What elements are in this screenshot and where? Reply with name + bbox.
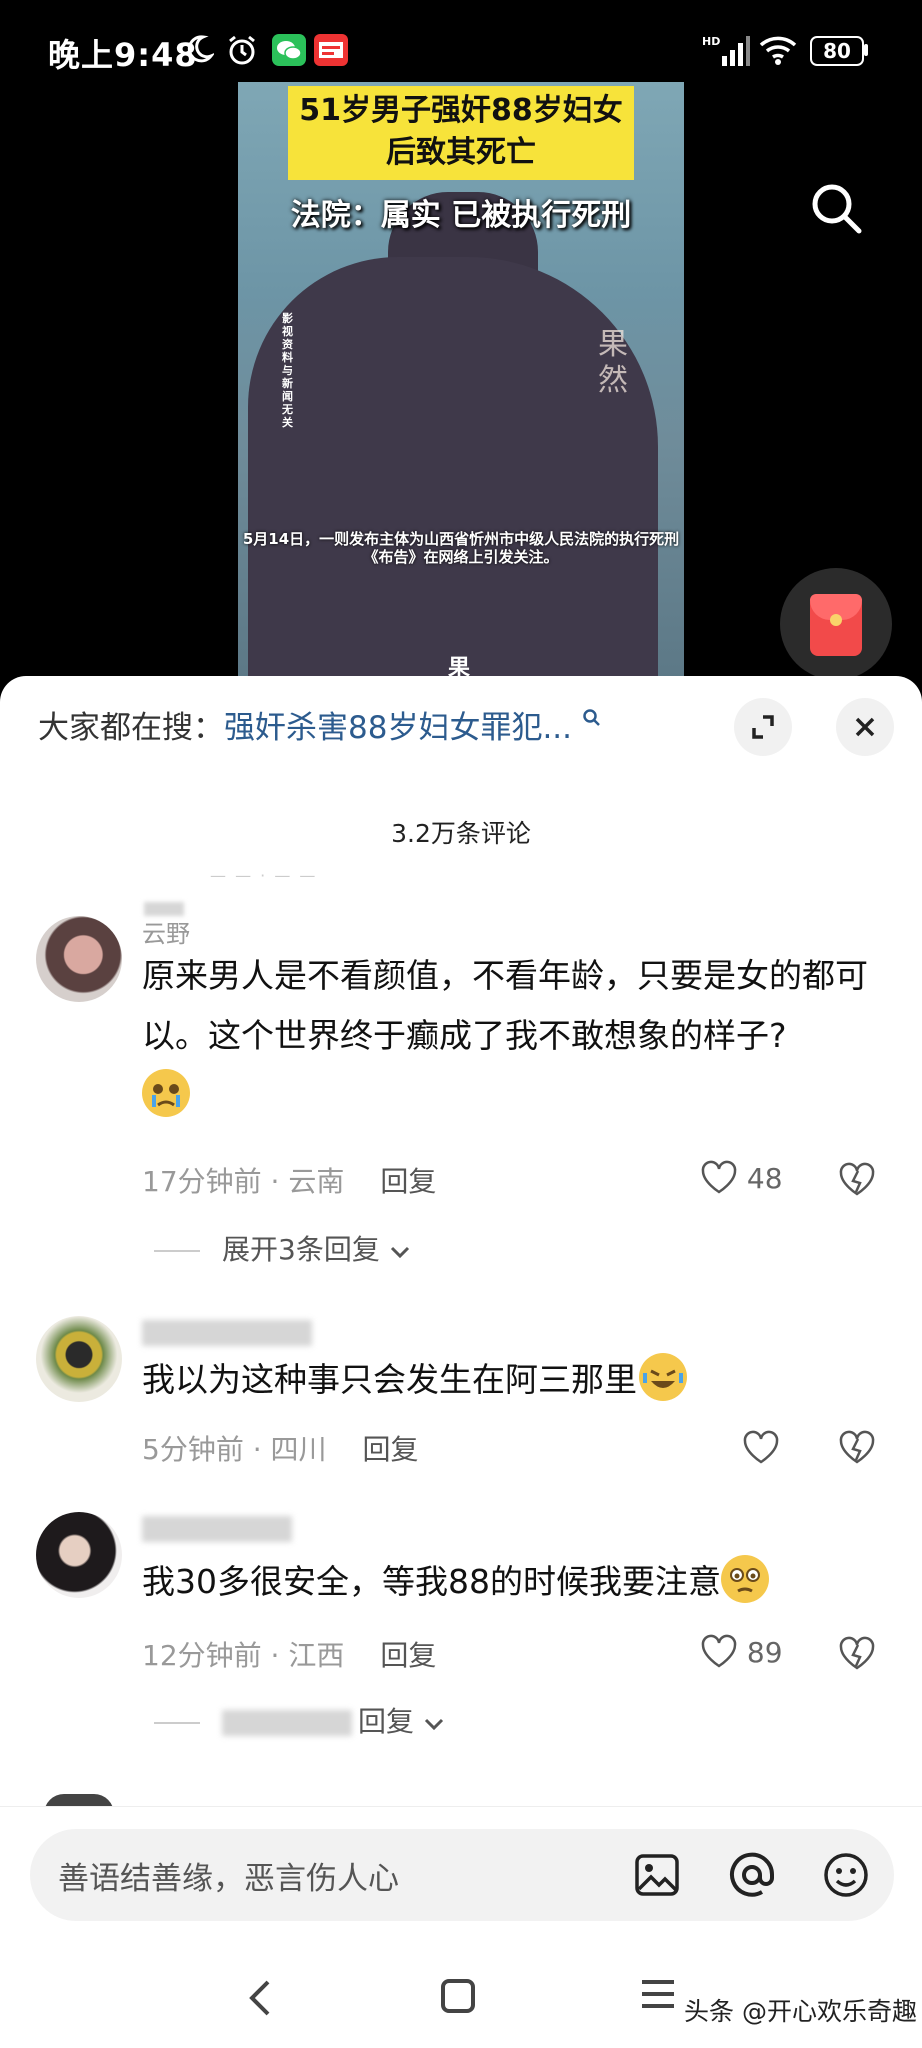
wifi-icon <box>759 36 797 65</box>
comment-time: 17分钟前 <box>142 1165 262 1198</box>
emoji-icon[interactable] <box>822 1851 870 1899</box>
comment-body: 我30多很安全，等我88的时候我要注意 <box>142 1562 721 1601</box>
video-frame[interactable]: 51岁男子强奸88岁妇女后致其死亡 法院：属实 已被执行死刑 影视资料与新闻无关… <box>238 82 684 682</box>
back-icon[interactable] <box>246 1978 274 2018</box>
small-search-icon <box>583 709 600 726</box>
heart-icon <box>701 1160 737 1194</box>
scroll-ghost: — — · — — <box>210 866 318 885</box>
expand-divider <box>154 1722 200 1724</box>
trending-search-label: 大家都在搜： <box>38 710 224 746</box>
heart-icon <box>701 1634 737 1668</box>
search-icon[interactable] <box>808 180 864 236</box>
laugh-cry-emoji-icon <box>639 1353 687 1401</box>
video-side-note: 影视资料与新闻无关 <box>282 312 293 429</box>
avatar[interactable] <box>36 916 122 1002</box>
username-redaction <box>142 1516 292 1542</box>
like-button[interactable]: 89 <box>700 1634 783 1669</box>
heart-icon[interactable] <box>742 1430 780 1464</box>
comment-count: 3.2万条评论 <box>391 819 531 848</box>
close-icon <box>855 717 875 737</box>
comment-location: 四川 <box>270 1433 327 1466</box>
expand-replies[interactable]: 回复 <box>154 1700 445 1740</box>
chevron-down-icon <box>390 1246 409 1259</box>
dislike-icon[interactable] <box>838 1430 876 1464</box>
video-headline: 51岁男子强奸88岁妇女后致其死亡 <box>299 93 623 170</box>
network-label: HD <box>702 35 720 48</box>
like-count: 48 <box>746 1162 783 1195</box>
home-icon[interactable] <box>440 1978 476 2014</box>
chevron-down-icon <box>424 1718 443 1731</box>
mention-icon[interactable] <box>728 1851 776 1899</box>
battery-tip <box>864 44 868 56</box>
comment-time: 12分钟前 <box>142 1639 262 1672</box>
close-button[interactable] <box>836 698 894 756</box>
comment-meta: 12分钟前 · 江西 回复 <box>142 1639 437 1672</box>
avatar[interactable] <box>36 1316 122 1402</box>
comment-location: 云南 <box>288 1165 345 1198</box>
moon-icon <box>187 35 214 63</box>
red-packet-button[interactable] <box>780 568 892 680</box>
expand-divider <box>154 1250 200 1252</box>
video-watermark: 果然 <box>598 327 628 398</box>
red-envelope-seal <box>830 614 842 626</box>
menu-icon[interactable] <box>640 1976 676 2012</box>
comment-location: 江西 <box>288 1639 345 1672</box>
username-redaction <box>144 902 184 916</box>
expand-icon <box>752 715 774 739</box>
trending-search-link[interactable]: 强奸杀害88岁妇女罪犯... <box>224 710 572 746</box>
comment-text: 我30多很安全，等我88的时候我要注意 <box>142 1552 882 1612</box>
battery-indicator: 80 <box>810 36 864 66</box>
like-button[interactable]: 48 <box>700 1160 783 1195</box>
comment-username[interactable] <box>142 1318 312 1346</box>
username-redaction <box>142 1320 312 1346</box>
comment-username[interactable]: 云野 <box>142 902 190 949</box>
video-caption: 5月14日，一则发布主体为山西省忻州市中级人民法院的执行死刑《布告》在网络上引发… <box>242 530 680 566</box>
video-court-line: 法院：属实 已被执行死刑 <box>290 198 632 233</box>
dislike-icon[interactable] <box>838 1162 876 1196</box>
reply-button[interactable]: 回复 <box>380 1165 436 1198</box>
expand-button[interactable] <box>734 698 792 756</box>
comment-text: 原来男人是不看颜值，不看年龄，只要是女的都可以。这个世界终于癫成了我不敢想象的样… <box>142 946 882 1126</box>
video-figure-body <box>248 257 658 682</box>
dislike-icon[interactable] <box>838 1636 876 1670</box>
comment-input-placeholder: 善语结善缘，恶言伤人心 <box>58 1861 399 1897</box>
comment-meta: 17分钟前 · 云南 回复 <box>142 1165 437 1198</box>
comment-text: 我以为这种事只会发生在阿三那里 <box>142 1350 882 1410</box>
status-time: 晚上9:48 <box>48 36 198 74</box>
expand-replies[interactable]: 展开3条回复 <box>154 1228 411 1268</box>
toutiao-icon <box>314 34 348 66</box>
status-bar: 晚上9:48 HD 80 <box>0 0 922 82</box>
image-icon[interactable] <box>634 1853 680 1897</box>
comment-time: 5分钟前 <box>142 1433 244 1466</box>
comment-input[interactable]: 善语结善缘，恶言伤人心 <box>30 1829 894 1921</box>
signal-icon: HD <box>702 35 750 66</box>
wechat-icon <box>272 34 306 66</box>
comment-meta: 5分钟前 · 四川 回复 <box>142 1433 419 1466</box>
like-count: 89 <box>746 1636 783 1669</box>
trending-search[interactable]: 大家都在搜：强奸杀害88岁妇女罪犯... <box>38 706 602 750</box>
avatar[interactable] <box>36 1512 122 1598</box>
crying-emoji-icon <box>142 1069 190 1117</box>
system-nav-bar: 头条 @开心欢乐奇趣 <box>0 1946 922 2048</box>
comment-input-bar: 善语结善缘，恶言伤人心 <box>0 1806 922 1947</box>
username-text: 云野 <box>142 920 190 948</box>
comment-body: 原来男人是不看颜值，不看年龄，只要是女的都可以。这个世界终于癫成了我不敢想象的样… <box>142 956 868 1055</box>
comment-body: 我以为这种事只会发生在阿三那里 <box>142 1360 637 1399</box>
nervous-emoji-icon <box>720 1555 769 1603</box>
expand-replies-label: 回复 <box>358 1705 415 1738</box>
reply-button[interactable]: 回复 <box>380 1639 436 1672</box>
video-player[interactable]: 51岁男子强奸88岁妇女后致其死亡 法院：属实 已被执行死刑 影视资料与新闻无关… <box>0 82 922 682</box>
expand-replies-label: 展开3条回复 <box>222 1233 380 1266</box>
expand-redaction <box>222 1710 352 1736</box>
alarm-icon <box>229 35 255 65</box>
comment-username[interactable] <box>142 1514 292 1542</box>
reply-button[interactable]: 回复 <box>363 1433 419 1466</box>
source-credit: 头条 @开心欢乐奇趣 <box>684 1997 917 2026</box>
